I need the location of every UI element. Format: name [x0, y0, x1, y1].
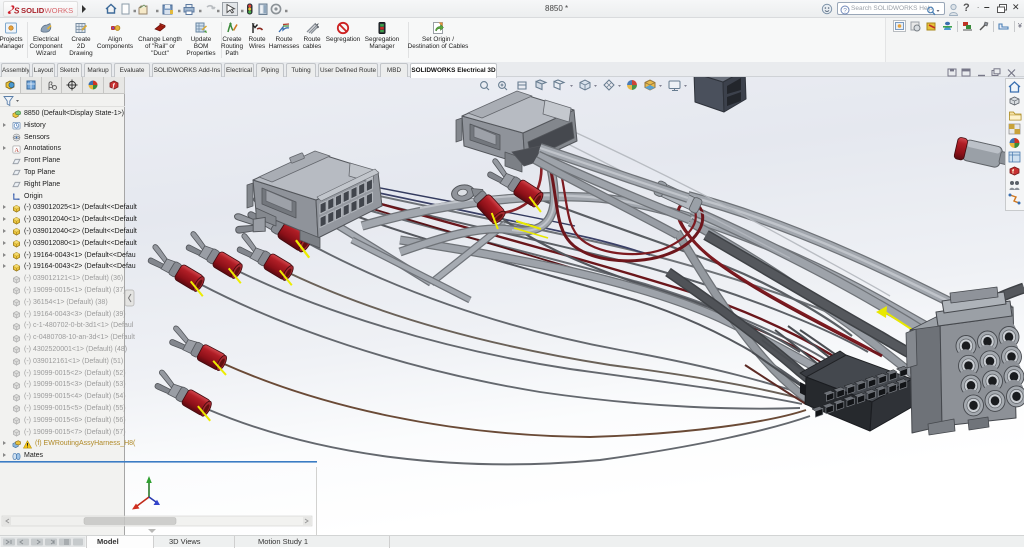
svg-text:A: A	[14, 147, 19, 154]
svg-text:SOLID: SOLID	[21, 6, 45, 15]
svg-text:WORKS: WORKS	[45, 6, 74, 15]
svg-text:S: S	[14, 7, 20, 16]
svg-text:?: ?	[843, 8, 847, 15]
